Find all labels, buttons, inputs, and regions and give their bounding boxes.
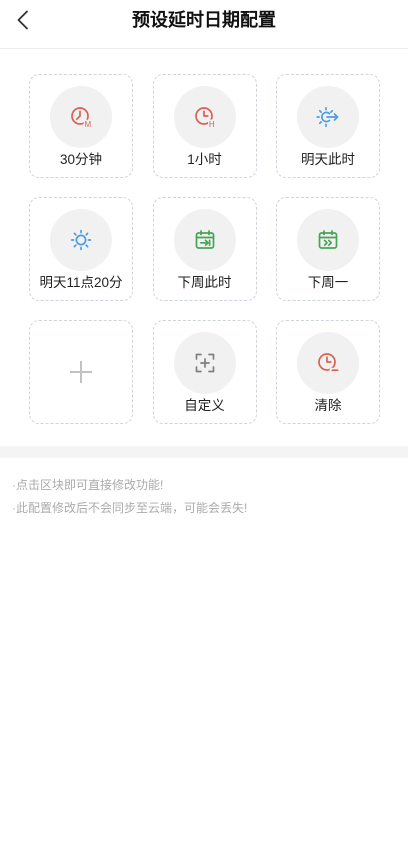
tile-label: 清除 (314, 398, 342, 413)
icon-circle: M (50, 86, 112, 148)
sun-arrow-icon (316, 106, 339, 128)
tile-label: 下周一 (307, 275, 349, 290)
icon-circle (297, 332, 359, 394)
preset-grid: M 30分钟 H 1小时 明天此时 明天11点20分 下周此时 下周一 自定义 … (29, 74, 380, 424)
back-button[interactable] (10, 6, 38, 34)
badge-letter: M (84, 120, 91, 129)
hint-note: ·此配置修改后不会同步至云端，可能会丢失! (12, 501, 248, 515)
hint-note: ·点击区块即可直接修改功能! (12, 478, 164, 492)
icon-circle: H (173, 86, 236, 148)
tile-label: 30分钟 (59, 152, 103, 167)
preset-tile-next-monday[interactable]: 下周一 (276, 197, 380, 301)
tile-label: 自定义 (184, 398, 225, 413)
badge-letter: H (208, 120, 214, 129)
preset-tile-next-week-same-time[interactable]: 下周此时 (152, 197, 257, 301)
page-title: 预设延时日期配置 (132, 10, 276, 30)
clock-minutes-icon: M (71, 107, 93, 131)
icon-circle (50, 209, 112, 271)
section-divider (0, 446, 408, 458)
hint-notes: ·点击区块即可直接修改功能! ·此配置修改后不会同步至云端，可能会丢失! (12, 474, 402, 520)
icon-circle (173, 332, 236, 394)
scan-plus-icon (195, 353, 214, 373)
preset-tile-clear[interactable]: 清除 (276, 320, 380, 424)
icon-circle (173, 209, 236, 271)
tile-label: 明天此时 (301, 152, 355, 167)
preset-tile-tomorrow-1120[interactable]: 明天11点20分 (29, 197, 133, 301)
top-bar: 预设延时日期配置 (0, 0, 408, 49)
tile-label: 下周此时 (177, 275, 232, 290)
preset-tile-custom[interactable]: 自定义 (152, 320, 257, 424)
chevron-left-icon (17, 10, 28, 30)
calendar-next-icon (318, 230, 338, 249)
calendar-arrow-icon (195, 230, 214, 249)
plus-icon (70, 361, 92, 383)
add-preset-tile[interactable] (29, 320, 133, 424)
clock-hour-icon: H (194, 107, 216, 131)
tile-label: 1小时 (187, 152, 222, 167)
preset-tile-1-hour[interactable]: H 1小时 (152, 74, 257, 178)
icon-circle (297, 86, 359, 148)
preset-tile-tomorrow-same-time[interactable]: 明天此时 (276, 74, 380, 178)
icon-circle (297, 209, 359, 271)
tile-label: 明天11点20分 (39, 275, 123, 290)
sun-icon (70, 229, 92, 251)
preset-tile-30-minutes[interactable]: M 30分钟 (29, 74, 133, 178)
clock-clear-icon (318, 353, 341, 373)
